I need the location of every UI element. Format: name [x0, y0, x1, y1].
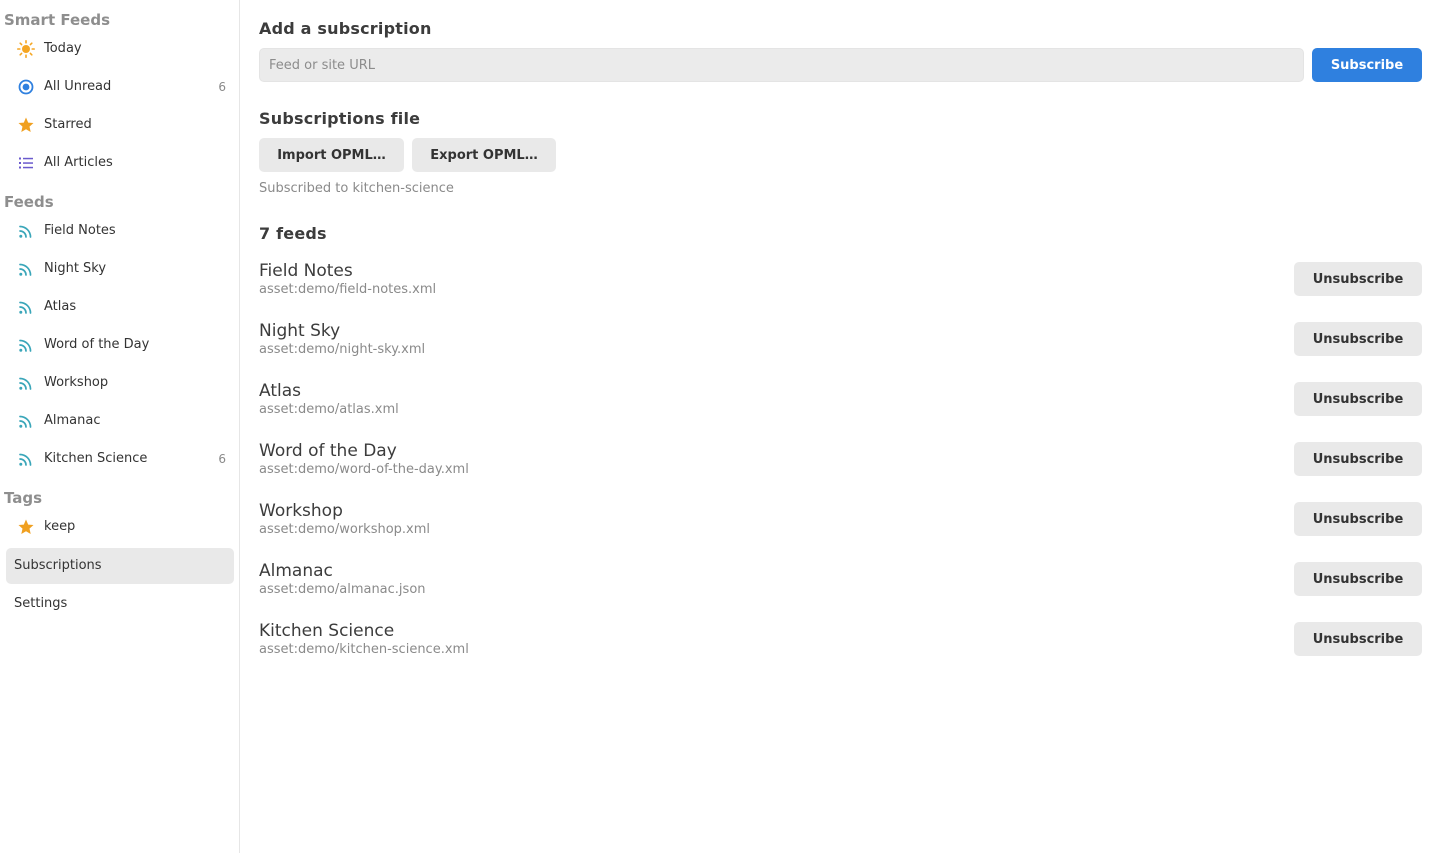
- feeds-count-heading: 7 feeds: [259, 224, 327, 243]
- feed-url-input[interactable]: [259, 48, 1304, 82]
- feed-url: asset:demo/word-of-the-day.xml: [259, 462, 469, 477]
- feed-name: Atlas: [259, 381, 301, 401]
- smart-feeds-heading: Smart Feeds: [4, 11, 110, 29]
- feed-name: Almanac: [259, 561, 333, 581]
- unsubscribe-button[interactable]: Unsubscribe: [1294, 382, 1422, 416]
- rss-icon: [17, 298, 35, 316]
- feed-url: asset:demo/workshop.xml: [259, 522, 431, 537]
- sidebar-item-label: All Unread: [44, 79, 112, 94]
- unsubscribe-button[interactable]: Unsubscribe: [1294, 322, 1422, 356]
- rss-icon: [17, 260, 35, 278]
- tags-heading: Tags: [4, 489, 43, 507]
- list-icon: [17, 154, 35, 172]
- sidebar-item-label: Starred: [44, 117, 92, 132]
- unsubscribe-button[interactable]: Unsubscribe: [1294, 622, 1422, 656]
- feed-url: asset:demo/atlas.xml: [259, 402, 399, 417]
- rss-icon: [17, 222, 35, 240]
- sidebar-item-all-articles[interactable]: All Articles: [6, 145, 234, 181]
- sidebar-item-starred[interactable]: Starred: [6, 107, 234, 143]
- feed-row: Kitchen Science asset:demo/kitchen-scien…: [259, 621, 1422, 673]
- feed-name: Workshop: [259, 501, 343, 521]
- sidebar-item-atlas[interactable]: Atlas: [6, 289, 234, 325]
- sun-icon: [17, 40, 35, 58]
- rss-icon: [17, 412, 35, 430]
- rss-icon: [17, 450, 35, 468]
- sidebar-item-subscriptions[interactable]: Subscriptions: [6, 548, 234, 584]
- sidebar-item-label: Atlas: [44, 299, 77, 314]
- sidebar-item-label: Field Notes: [44, 223, 116, 238]
- rss-icon: [17, 336, 35, 354]
- star-icon: [17, 116, 35, 134]
- feed-url: asset:demo/night-sky.xml: [259, 342, 426, 357]
- feed-row: Field Notes asset:demo/field-notes.xml U…: [259, 261, 1422, 313]
- unread-count: 6: [218, 80, 226, 94]
- sidebar-item-label: Settings: [14, 596, 68, 611]
- sidebar-item-tag-keep[interactable]: keep: [6, 509, 234, 545]
- feed-row: Workshop asset:demo/workshop.xml Unsubsc…: [259, 501, 1422, 553]
- sidebar-item-today[interactable]: Today: [6, 31, 234, 67]
- feeds-heading: Feeds: [4, 193, 54, 211]
- sidebar-item-label: Night Sky: [44, 261, 107, 276]
- sidebar-item-settings[interactable]: Settings: [6, 586, 234, 622]
- feed-row: Word of the Day asset:demo/word-of-the-d…: [259, 441, 1422, 493]
- feed-name: Night Sky: [259, 321, 341, 341]
- import-opml-button[interactable]: Import OPML…: [259, 138, 404, 172]
- main-content: Add a subscription Subscribe Subscriptio…: [241, 0, 1440, 853]
- export-opml-button[interactable]: Export OPML…: [412, 138, 556, 172]
- feed-url: asset:demo/kitchen-science.xml: [259, 642, 469, 657]
- sidebar-item-kitchen-science[interactable]: Kitchen Science 6: [6, 441, 234, 477]
- sidebar-item-label: All Articles: [44, 155, 113, 170]
- unsubscribe-button[interactable]: Unsubscribe: [1294, 262, 1422, 296]
- unread-circle-icon: [17, 78, 35, 96]
- sidebar-item-almanac[interactable]: Almanac: [6, 403, 234, 439]
- subscriptions-file-heading: Subscriptions file: [259, 109, 421, 128]
- feed-name: Word of the Day: [259, 441, 397, 461]
- star-icon: [17, 518, 35, 536]
- rss-icon: [17, 374, 35, 392]
- unsubscribe-button[interactable]: Unsubscribe: [1294, 502, 1422, 536]
- sidebar-item-label: Workshop: [44, 375, 109, 390]
- unsubscribe-button[interactable]: Unsubscribe: [1294, 562, 1422, 596]
- feed-url: asset:demo/field-notes.xml: [259, 282, 437, 297]
- feed-row: Night Sky asset:demo/night-sky.xml Unsub…: [259, 321, 1422, 373]
- sidebar-item-label: Almanac: [44, 413, 101, 428]
- sidebar-item-label: Word of the Day: [44, 337, 150, 352]
- sidebar: Smart Feeds Today All Unread 6 Starred A…: [0, 0, 240, 853]
- sidebar-item-night-sky[interactable]: Night Sky: [6, 251, 234, 287]
- sidebar-item-label: Today: [44, 41, 82, 56]
- sidebar-item-all-unread[interactable]: All Unread 6: [6, 69, 234, 105]
- sidebar-item-workshop[interactable]: Workshop: [6, 365, 234, 401]
- sidebar-item-label: Subscriptions: [14, 558, 102, 573]
- unsubscribe-button[interactable]: Unsubscribe: [1294, 442, 1422, 476]
- sidebar-item-label: keep: [44, 519, 76, 534]
- add-subscription-heading: Add a subscription: [259, 19, 432, 38]
- feed-row: Atlas asset:demo/atlas.xml Unsubscribe: [259, 381, 1422, 433]
- feed-row: Almanac asset:demo/almanac.json Unsubscr…: [259, 561, 1422, 613]
- feed-name: Kitchen Science: [259, 621, 395, 641]
- feed-url: asset:demo/almanac.json: [259, 582, 426, 597]
- subscribe-button[interactable]: Subscribe: [1312, 48, 1422, 82]
- unread-count: 6: [218, 452, 226, 466]
- feed-name: Field Notes: [259, 261, 353, 281]
- sidebar-item-label: Kitchen Science: [44, 451, 148, 466]
- sidebar-item-word-of-the-day[interactable]: Word of the Day: [6, 327, 234, 363]
- status-message: Subscribed to kitchen-science: [259, 181, 454, 196]
- sidebar-item-field-notes[interactable]: Field Notes: [6, 213, 234, 249]
